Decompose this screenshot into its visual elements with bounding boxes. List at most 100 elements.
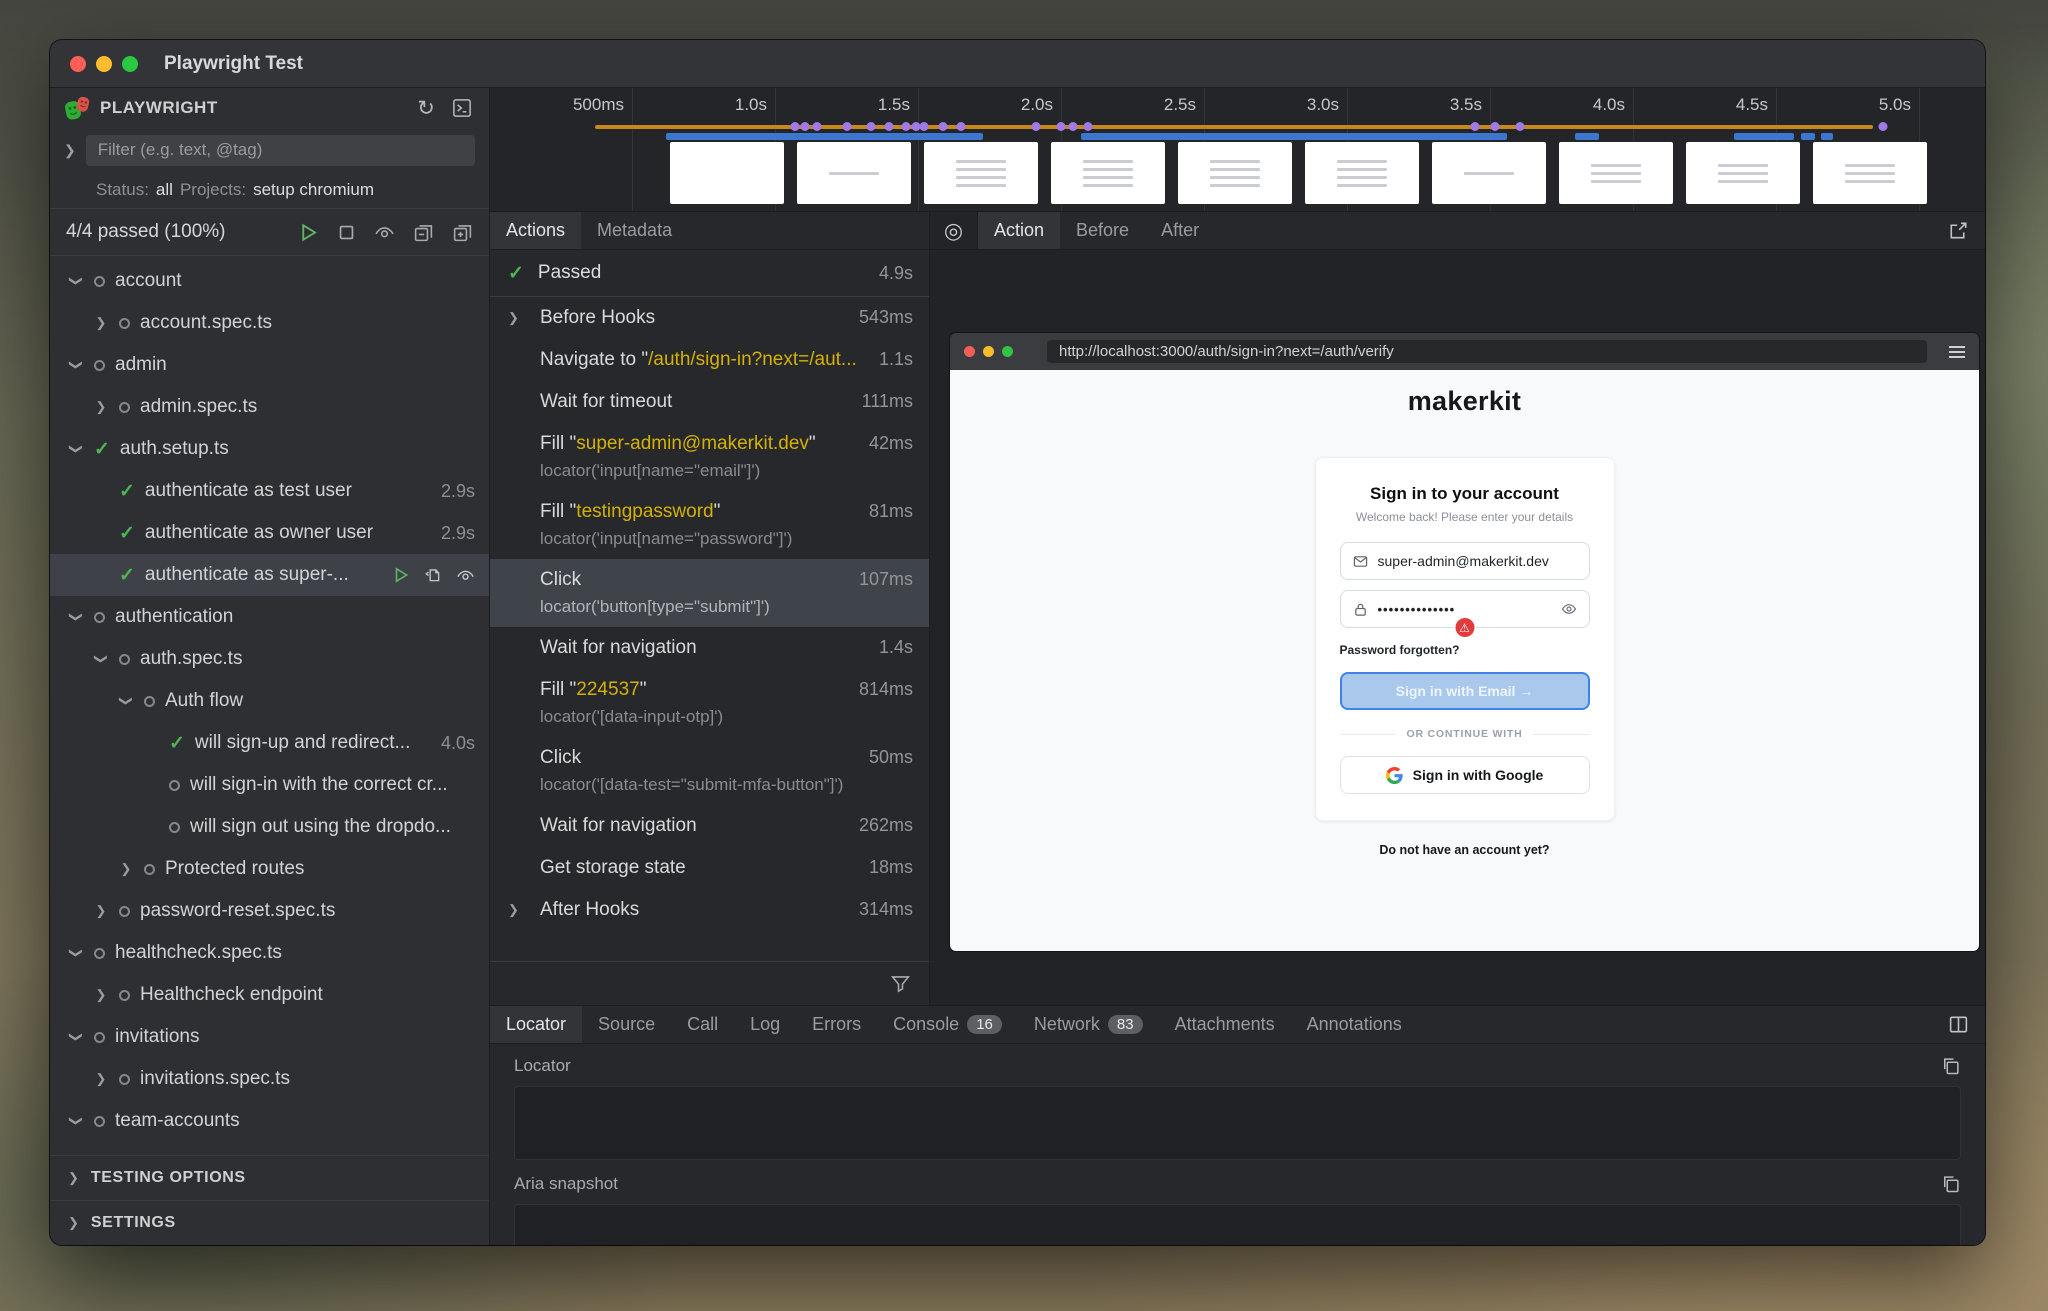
action-row[interactable]: Fill " super-admin@makerkit.dev " 42ms l… [490, 423, 929, 491]
run-test-icon[interactable] [392, 566, 410, 584]
split-view-icon[interactable] [1948, 1014, 1985, 1035]
chevron-right-icon[interactable]: ❯ [64, 142, 76, 159]
tree-row[interactable]: password-reset.spec.ts [50, 890, 489, 932]
chevron-icon[interactable] [508, 310, 519, 326]
action-row[interactable]: Fill " testingpassword " 81ms locator('i… [490, 491, 929, 559]
chevron-icon[interactable] [93, 399, 109, 415]
filter-funnel-icon[interactable] [890, 973, 911, 994]
action-row[interactable]: Get storage state 18ms [490, 847, 929, 889]
chevron-icon[interactable] [93, 651, 109, 667]
stop-icon[interactable] [337, 223, 356, 242]
aria-snapshot-editor[interactable] [514, 1204, 1961, 1245]
chevron-icon[interactable] [68, 945, 84, 961]
chevron-icon[interactable] [68, 609, 84, 625]
action-row[interactable]: After Hooks 314ms [490, 889, 929, 931]
tree-row[interactable]: Protected routes [50, 848, 489, 890]
tree-row[interactable]: healthcheck.spec.ts [50, 932, 489, 974]
collapse-all-icon[interactable] [413, 222, 434, 243]
tree-row[interactable]: authenticate as owner user 2.9s [50, 512, 489, 554]
tab[interactable]: Attachments [1159, 1006, 1291, 1043]
tree-row[interactable]: will sign out using the dropdo... [50, 806, 489, 848]
zoom-window-button[interactable] [122, 56, 138, 72]
tree-row[interactable]: authentication [50, 596, 489, 638]
tab[interactable]: Source [582, 1006, 671, 1043]
chevron-icon[interactable] [68, 357, 84, 373]
filmstrip-thumbnail[interactable] [1813, 142, 1927, 204]
tab[interactable]: Network 83 [1018, 1006, 1159, 1043]
action-row[interactable]: Fill " 224537 " 814ms locator('[data-inp… [490, 669, 929, 737]
filter-input[interactable] [86, 135, 475, 166]
tree-row[interactable]: Auth flow [50, 680, 489, 722]
tab[interactable]: Action [978, 212, 1060, 249]
filmstrip-thumbnail[interactable] [1305, 142, 1419, 204]
tree-row[interactable]: admin [50, 344, 489, 386]
tree-row[interactable]: invitations.spec.ts [50, 1058, 489, 1100]
copy-icon[interactable] [1941, 1174, 1961, 1194]
open-external-icon[interactable] [1948, 220, 1985, 241]
action-row[interactable]: Wait for navigation 262ms [490, 805, 929, 847]
filmstrip-thumbnail[interactable] [797, 142, 911, 204]
reload-tests-icon[interactable]: ↻ [413, 95, 439, 121]
tab[interactable]: Locator [490, 1006, 582, 1043]
tab[interactable]: Before [1060, 212, 1145, 249]
chevron-icon[interactable] [118, 861, 134, 877]
tree-row[interactable]: Healthcheck endpoint [50, 974, 489, 1016]
tab[interactable]: Errors [796, 1006, 877, 1043]
tab[interactable]: Log [734, 1006, 796, 1043]
chevron-icon[interactable] [93, 903, 109, 919]
action-row[interactable]: Navigate to " /auth/sign-in?next=/aut...… [490, 339, 929, 381]
source-file-icon[interactable] [424, 566, 442, 584]
action-row[interactable]: Wait for timeout 111ms [490, 381, 929, 423]
terminal-icon[interactable] [449, 95, 475, 121]
chevron-icon[interactable] [68, 441, 84, 457]
expand-all-icon[interactable] [452, 222, 473, 243]
sidebar-section-header[interactable]: TESTING OPTIONS [50, 1155, 489, 1200]
tree-row[interactable]: account [50, 260, 489, 302]
filmstrip-thumbnail[interactable] [1559, 142, 1673, 204]
tree-row[interactable]: authenticate as test user 2.9s [50, 470, 489, 512]
filmstrip-thumbnail[interactable] [924, 142, 1038, 204]
copy-icon[interactable] [1941, 1056, 1961, 1076]
tree-row[interactable]: admin.spec.ts [50, 386, 489, 428]
tab[interactable]: Console 16 [877, 1006, 1018, 1043]
close-window-button[interactable] [70, 56, 86, 72]
tree-row[interactable]: auth.spec.ts [50, 638, 489, 680]
filmstrip-thumbnail[interactable] [1432, 142, 1546, 204]
watch-all-icon[interactable] [374, 222, 395, 243]
chevron-icon[interactable] [508, 902, 519, 918]
chevron-icon[interactable] [68, 1029, 84, 1045]
action-row[interactable]: Click 107ms locator('button[type="submit… [490, 559, 929, 627]
tab[interactable]: Annotations [1291, 1006, 1418, 1043]
tree-row[interactable]: invitations [50, 1016, 489, 1058]
chevron-icon[interactable] [93, 1071, 109, 1087]
tab[interactable]: Metadata [581, 212, 688, 249]
chevron-icon[interactable] [68, 1113, 84, 1129]
watch-test-icon[interactable] [456, 566, 475, 585]
tree-row[interactable]: team-accounts [50, 1100, 489, 1142]
filmstrip-thumbnail[interactable] [1686, 142, 1800, 204]
action-row[interactable]: Before Hooks 543ms [490, 297, 929, 339]
filmstrip-thumbnail[interactable] [1178, 142, 1292, 204]
chevron-icon[interactable] [68, 273, 84, 289]
tree-row[interactable]: will sign-in with the correct cr... [50, 764, 489, 806]
pick-locator-target-icon[interactable]: ◎ [930, 212, 978, 249]
action-row[interactable]: Click 50ms locator('[data-test="submit-m… [490, 737, 929, 805]
tab[interactable]: Call [671, 1006, 734, 1043]
tree-row[interactable]: auth.setup.ts [50, 428, 489, 470]
tab[interactable]: Actions [490, 212, 581, 249]
chevron-icon[interactable] [118, 693, 134, 709]
tree-row[interactable]: will sign-up and redirect... 4.0s [50, 722, 489, 764]
tab[interactable]: After [1145, 212, 1215, 249]
chevron-icon[interactable] [93, 315, 109, 331]
minimize-window-button[interactable] [96, 56, 112, 72]
tree-row[interactable]: authenticate as super-... [50, 554, 489, 596]
filmstrip-thumbnail[interactable] [670, 142, 784, 204]
chevron-icon[interactable] [93, 987, 109, 1003]
action-row[interactable]: Wait for navigation 1.4s [490, 627, 929, 669]
sidebar-section-header[interactable]: SETTINGS [50, 1200, 489, 1245]
tree-row[interactable]: account.spec.ts [50, 302, 489, 344]
run-all-icon[interactable] [298, 222, 319, 243]
timeline[interactable]: 500ms 1.0s 1.5s 2.0s 2.5s 3.0s 3.5s 4.0s… [490, 88, 1985, 212]
filmstrip-thumbnail[interactable] [1051, 142, 1165, 204]
filter-status-row[interactable]: Status: all Projects: setup chromium [50, 172, 489, 208]
